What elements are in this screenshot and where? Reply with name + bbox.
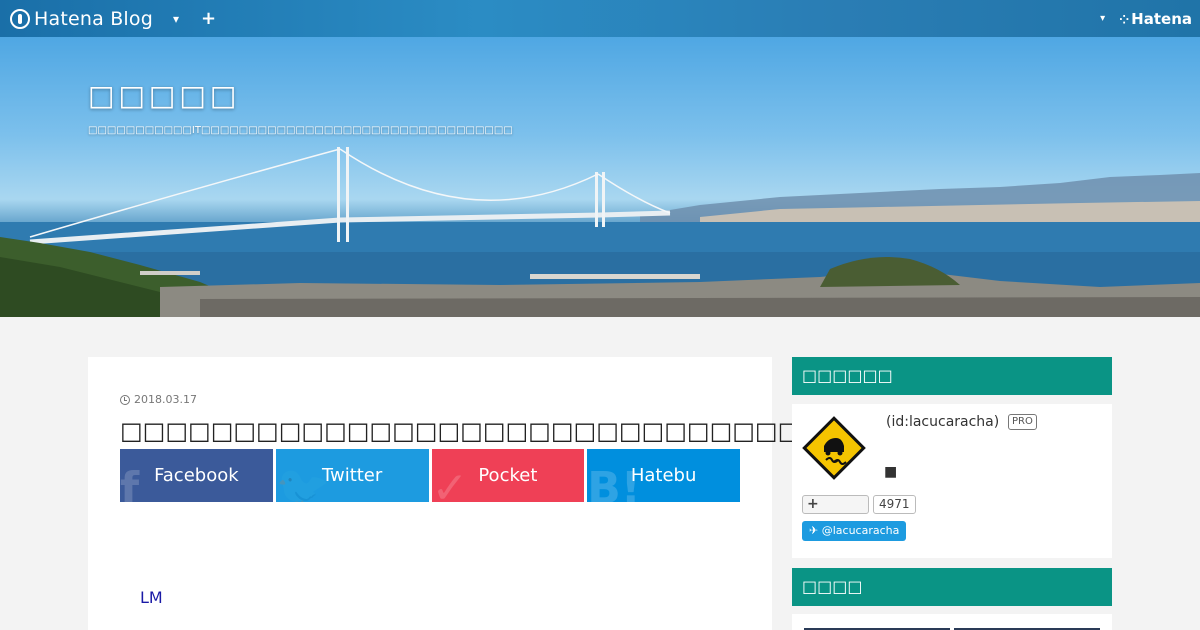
- second-module-body: [792, 614, 1112, 630]
- blog-title[interactable]: □□□□□: [88, 79, 240, 112]
- follow-button[interactable]: +: [802, 495, 869, 514]
- blog-description: □□□□□□□□□□□IT□□□□□□□□□□□□□□□□□□□□□□□□□□□…: [88, 125, 513, 136]
- profile-module-title: □□□□□□: [792, 357, 1112, 395]
- share-pocket-label: Pocket: [478, 465, 538, 486]
- sidebar: □□□□□□ (id:lacucaracha) PRO ■ + 4971 ✈ @…: [792, 357, 1112, 558]
- header-right: ▾ ⁘ Hatena: [1100, 10, 1192, 28]
- hatena-blog-logo-text: Hatena Blog: [34, 7, 153, 30]
- blog-menu-dropdown[interactable]: ▾: [173, 12, 179, 26]
- follower-count: 4971: [873, 495, 916, 514]
- share-facebook-label: Facebook: [154, 465, 239, 486]
- global-header: Hatena Blog ▾ + ▾ ⁘ Hatena: [0, 0, 1200, 37]
- twitter-bird-icon: ✈: [809, 524, 822, 537]
- hatena-logo-text: Hatena: [1131, 9, 1192, 28]
- share-twitter-button[interactable]: 🐦 Twitter: [275, 449, 429, 502]
- entry-article: 2018.03.17 □□□□□□□□□□□□□□□□□□□□□□□□□□□□□…: [88, 357, 959, 630]
- write-entry-button[interactable]: +: [201, 8, 216, 29]
- share-hatebu-label: Hatebu: [630, 465, 697, 486]
- share-hatebu-button[interactable]: B! Hatebu: [587, 449, 740, 502]
- pro-badge: PRO: [1008, 414, 1037, 430]
- profile-module: (id:lacucaracha) PRO ■ + 4971 ✈ @lacucar…: [792, 404, 1112, 558]
- entry-date-text: 2018.03.17: [134, 393, 197, 406]
- second-module-title: □□□□: [792, 568, 1112, 606]
- user-menu-dropdown[interactable]: ▾: [1100, 13, 1105, 24]
- pocket-icon: ✓: [431, 463, 469, 502]
- hatena-blog-logo[interactable]: Hatena Blog: [10, 8, 153, 30]
- hatena-logo[interactable]: ⁘ Hatena: [1119, 10, 1192, 28]
- profile-id[interactable]: (id:lacucaracha): [886, 414, 999, 430]
- share-pocket-button[interactable]: ✓ Pocket: [431, 449, 585, 502]
- entry-body-link[interactable]: LM: [140, 588, 163, 607]
- facebook-icon: f: [120, 463, 140, 502]
- second-sidebar-module: □□□□: [792, 568, 1112, 630]
- profile-description: ■: [884, 464, 898, 480]
- share-facebook-button[interactable]: f Facebook: [120, 449, 273, 502]
- slippery-road-sign-avatar[interactable]: [802, 416, 866, 480]
- twitter-follow-button[interactable]: ✈ @lacucaracha: [802, 521, 907, 541]
- share-buttons: f Facebook 🐦 Twitter ✓ Pocket B! Hatebu: [120, 449, 740, 502]
- blog-header-banner: □□□□□ □□□□□□□□□□□IT□□□□□□□□□□□□□□□□□□□□□…: [0, 37, 1200, 317]
- share-twitter-label: Twitter: [321, 465, 383, 486]
- hatena-blog-logo-icon: [10, 8, 30, 29]
- clock-icon: [120, 394, 130, 405]
- entry-date[interactable]: 2018.03.17: [120, 393, 197, 406]
- twitter-handle: @lacucaracha: [821, 524, 900, 537]
- hatena-mark-icon: ⁘: [1119, 12, 1130, 27]
